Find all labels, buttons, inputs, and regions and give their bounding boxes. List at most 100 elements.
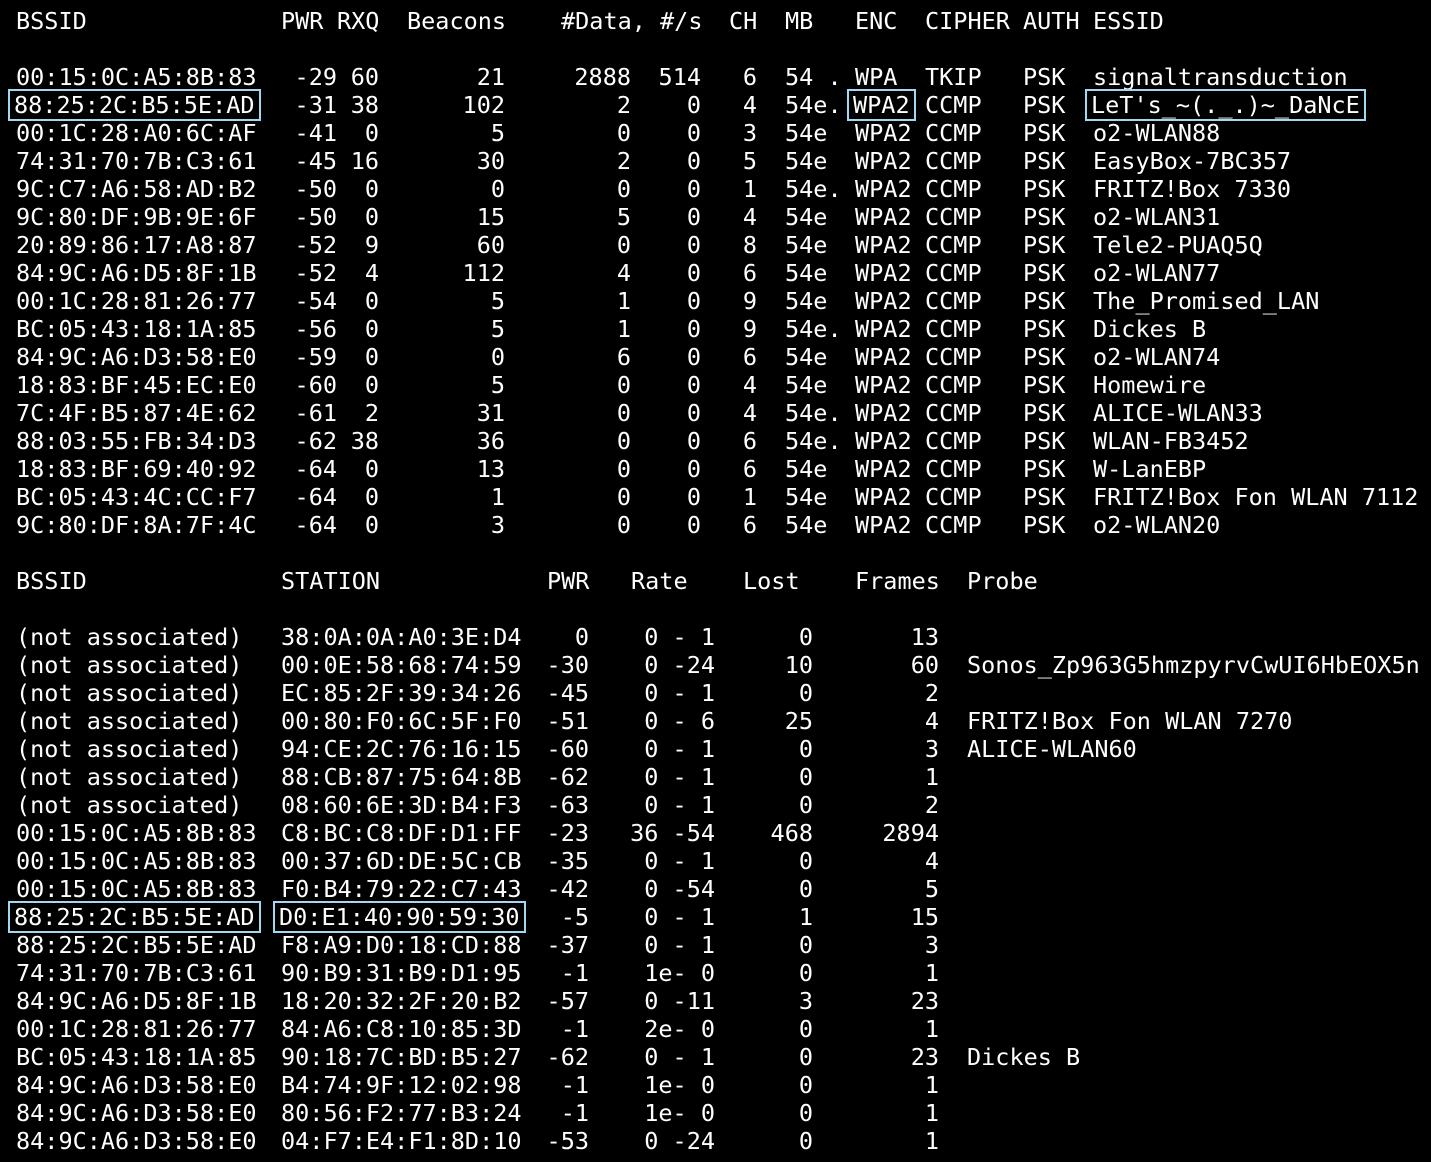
station-row: (not associated) 88:CB:87:75:64:8B -62 0 - …	[0, 763, 1431, 791]
station-lost: 468	[770, 819, 813, 847]
ap-enc: WPA2	[855, 315, 912, 343]
ap-mb: 54 .	[785, 63, 842, 91]
station-lost: 1	[798, 903, 813, 931]
ap-pwr: -50	[294, 203, 337, 231]
station-lost: 0	[798, 791, 813, 819]
ap-bssid: BC:05:43:18:1A:85	[16, 315, 257, 343]
ap-rate: 0	[686, 399, 701, 427]
ap-bssid: 18:83:BF:45:EC:E0	[16, 371, 257, 399]
ap-ch: 1	[742, 175, 757, 203]
ap-rate: 0	[686, 175, 701, 203]
ap-bssid: BC:05:43:4C:CC:F7	[16, 483, 257, 511]
station-pwr: -51	[546, 707, 589, 735]
ap-rate: 0	[686, 455, 701, 483]
ap-header-beacons: Beacons	[407, 7, 507, 35]
ap-ch: 4	[742, 203, 757, 231]
ap-beacons: 5	[490, 287, 505, 315]
ap-enc: WPA2	[855, 147, 912, 175]
station-bssid: (not associated)	[16, 763, 243, 791]
ap-ch: 6	[742, 427, 757, 455]
ap-rxq: 0	[364, 343, 379, 371]
station-lost: 0	[798, 875, 813, 903]
ap-beacons: 30	[476, 147, 505, 175]
ap-bssid: 18:83:BF:69:40:92	[16, 455, 257, 483]
station-lost: 0	[798, 679, 813, 707]
ap-row: 74:31:70:7B:C3:61 -45 16 30 2 0 5 54e WPA2 CCMP PS…	[0, 147, 1431, 175]
ap-enc: WPA2	[855, 483, 912, 511]
station-header-pwr: PWR	[547, 567, 590, 595]
station-rate: 0 -24	[644, 1127, 715, 1155]
ap-pwr: -56	[294, 315, 337, 343]
station-frames: 1	[924, 1127, 939, 1155]
ap-ch: 3	[742, 119, 757, 147]
ap-row: 84:9C:A6:D5:8F:1B -52 4 112 4 0 6 54e WPA2 CCMP PS…	[0, 259, 1431, 287]
ap-beacons: 0	[490, 343, 505, 371]
ap-bssid: 9C:80:DF:9B:9E:6F	[16, 203, 257, 231]
station-lost: 10	[784, 651, 813, 679]
ap-auth: PSK	[1023, 399, 1066, 427]
station-bssid: 84:9C:A6:D3:58:E0	[16, 1099, 257, 1127]
ap-beacons: 13	[476, 455, 505, 483]
ap-essid: FRITZ!Box Fon WLAN 7112	[1093, 483, 1419, 511]
ap-rxq: 0	[364, 175, 379, 203]
station-row: 84:9C:A6:D3:58:E0 04:F7:E4:F1:8D:10 -53 0 -…	[0, 1127, 1431, 1155]
ap-mb: 54e	[785, 119, 828, 147]
station-pwr: -5	[560, 903, 589, 931]
station-frames: 1	[924, 959, 939, 987]
ap-mb: 54e.	[785, 399, 842, 427]
station-bssid: 00:1C:28:81:26:77	[16, 1015, 257, 1043]
station-frames: 3	[924, 735, 939, 763]
station-lost: 0	[798, 1127, 813, 1155]
ap-auth: PSK	[1023, 91, 1066, 119]
station-pwr: -23	[546, 819, 589, 847]
ap-enc: WPA2	[855, 203, 912, 231]
ap-enc: WPA2	[855, 371, 912, 399]
station-pwr: -35	[546, 847, 589, 875]
ap-pwr: -45	[294, 147, 337, 175]
station-probe: Dickes B	[967, 1043, 1081, 1071]
ap-auth: PSK	[1023, 203, 1066, 231]
ap-enc: WPA2	[855, 119, 912, 147]
ap-beacons: 5	[490, 371, 505, 399]
ap-row: 18:83:BF:45:EC:E0 -60 0 5 0 0 4 54e WPA2 CCMP PSK H…	[0, 371, 1431, 399]
ap-essid: o2-WLAN88	[1093, 119, 1221, 147]
ap-pwr: -52	[294, 259, 337, 287]
ap-rate: 0	[686, 511, 701, 539]
station-pwr: -1	[560, 1099, 589, 1127]
ap-cipher: CCMP	[925, 315, 982, 343]
ap-row: 00:1C:28:A0:6C:AF -41 0 5 0 0 3 54e WPA2 CCMP PSK o…	[0, 119, 1431, 147]
station-rate: 36 -54	[630, 819, 715, 847]
ap-rate: 0	[686, 315, 701, 343]
ap-data: 0	[616, 455, 631, 483]
station-bssid: 84:9C:A6:D3:58:E0	[16, 1071, 257, 1099]
ap-data: 0	[616, 175, 631, 203]
ap-cipher: CCMP	[925, 287, 982, 315]
ap-ch: 9	[742, 287, 757, 315]
ap-rate: 0	[686, 371, 701, 399]
ap-rate: 0	[686, 203, 701, 231]
ap-ch: 6	[742, 511, 757, 539]
station-rate: 0 - 1	[644, 931, 715, 959]
station-row: 00:15:0C:A5:8B:83 C8:BC:C8:DF:D1:FF -23 36 …	[0, 819, 1431, 847]
station-frames: 5	[924, 875, 939, 903]
ap-bssid: 7C:4F:B5:87:4E:62	[16, 399, 257, 427]
ap-essid: W-LanEBP	[1093, 455, 1207, 483]
station-frames: 3	[924, 931, 939, 959]
station-lost: 0	[798, 1015, 813, 1043]
station-pwr: -57	[546, 987, 589, 1015]
station-lost: 0	[798, 1071, 813, 1099]
ap-header-cipher: CIPHER	[925, 7, 1010, 35]
ap-cipher: CCMP	[925, 455, 982, 483]
station-row: 84:9C:A6:D3:58:E0 B4:74:9F:12:02:98 -1 1e- …	[0, 1071, 1431, 1099]
station-station: 04:F7:E4:F1:8D:10	[281, 1127, 522, 1155]
ap-header-ch: CH	[729, 7, 758, 35]
station-bssid: (not associated)	[16, 707, 243, 735]
ap-row: 00:15:0C:A5:8B:83 -29 60 21 2888 514 6 54 . WPA T…	[0, 63, 1431, 91]
ap-cipher: CCMP	[925, 147, 982, 175]
ap-header-essid: ESSID	[1093, 7, 1164, 35]
ap-data: 0	[616, 399, 631, 427]
station-rate: 0 - 1	[644, 735, 715, 763]
station-lost: 3	[798, 987, 813, 1015]
station-frames: 1	[924, 763, 939, 791]
ap-pwr: -60	[294, 371, 337, 399]
